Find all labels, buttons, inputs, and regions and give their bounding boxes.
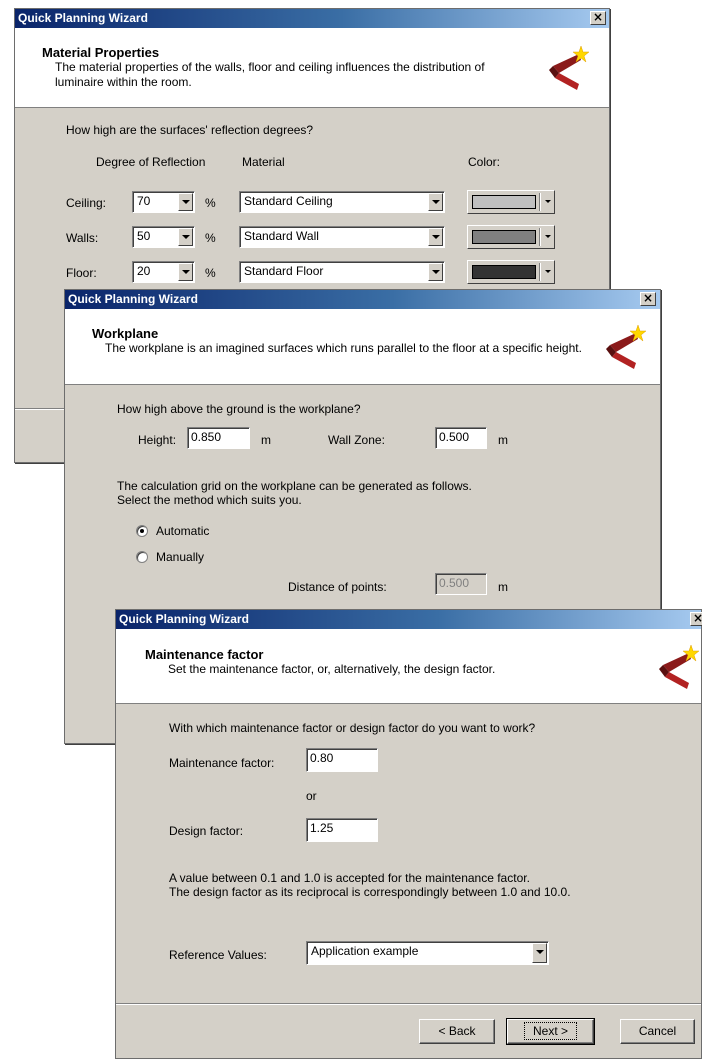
title-bar: Quick Planning Wizard <box>65 290 660 309</box>
maintenance-factor-input[interactable]: 0.80 <box>306 748 378 772</box>
automatic-radio[interactable] <box>136 525 148 537</box>
manually-label[interactable]: Manually <box>156 550 204 564</box>
chevron-down-icon <box>178 263 193 281</box>
header-description: The material properties of the walls, fl… <box>55 60 485 89</box>
ceiling-color-picker[interactable] <box>467 190 555 214</box>
ceiling-reflection-select[interactable]: 70 <box>132 191 195 213</box>
floor-material-select[interactable]: Standard Floor <box>239 261 445 283</box>
height-label: Height: <box>138 433 177 447</box>
title-bar: Quick Planning Wizard <box>116 610 701 629</box>
walls-material-select[interactable]: Standard Wall <box>239 226 445 248</box>
or-label: or <box>306 789 317 803</box>
dialog-title: Quick Planning Wizard <box>119 612 249 626</box>
header-title: Material Properties <box>42 45 160 60</box>
grid-description-line2: Select the method which suits you. <box>117 493 302 507</box>
col-header-material: Material <box>242 155 285 169</box>
ceiling-label: Ceiling: <box>66 196 107 210</box>
wizard-header: Maintenance factor Set the maintenance f… <box>116 629 701 704</box>
close-button[interactable]: × <box>690 612 702 626</box>
wizard-header: Workplane The workplane is an imagined s… <box>65 309 660 385</box>
floor-color-picker[interactable] <box>467 260 555 284</box>
wall-zone-input[interactable]: 0.500 <box>435 427 487 449</box>
header-title: Maintenance factor <box>145 647 264 662</box>
col-header-reflection: Degree of Reflection <box>96 155 206 169</box>
header-description: Set the maintenance factor, or, alternat… <box>168 662 496 676</box>
wall-zone-unit: m <box>498 433 508 447</box>
wizard-header: Material Properties The material propert… <box>15 28 609 108</box>
distance-of-points-input: 0.500 <box>435 573 487 595</box>
header-description: The workplane is an imagined surfaces wh… <box>105 341 582 355</box>
wizard-wand-icon <box>659 644 700 689</box>
grid-description-line1: The calculation grid on the workplane ca… <box>117 479 472 493</box>
floor-reflection-select[interactable]: 20 <box>132 261 195 283</box>
chevron-down-icon <box>428 263 443 281</box>
reference-values-label: Reference Values: <box>169 948 267 962</box>
col-header-color: Color: <box>468 155 501 169</box>
chevron-down-icon <box>178 228 193 246</box>
chevron-down-icon <box>428 228 443 246</box>
ceiling-material-select[interactable]: Standard Ceiling <box>239 191 445 213</box>
floor-label: Floor: <box>66 266 97 280</box>
manually-radio[interactable] <box>136 551 148 563</box>
reflection-question: How high are the surfaces' reflection de… <box>66 123 314 137</box>
percent-sign: % <box>205 266 216 280</box>
info-line1: A value between 0.1 and 1.0 is accepted … <box>169 871 530 885</box>
close-button[interactable]: × <box>640 292 656 306</box>
height-unit: m <box>261 433 271 447</box>
distance-of-points-label: Distance of points: <box>288 580 387 594</box>
walls-label: Walls: <box>66 231 99 245</box>
info-line2: The design factor as its reciprocal is c… <box>169 885 571 899</box>
chevron-down-icon <box>545 235 551 238</box>
chevron-down-icon <box>545 200 551 203</box>
height-input[interactable]: 0.850 <box>187 427 250 449</box>
title-bar: Quick Planning Wizard <box>15 9 609 28</box>
color-swatch <box>472 230 536 244</box>
color-swatch <box>472 265 536 279</box>
chevron-down-icon <box>178 193 193 211</box>
cancel-button[interactable]: Cancel <box>620 1019 695 1044</box>
walls-reflection-select[interactable]: 50 <box>132 226 195 248</box>
automatic-label[interactable]: Automatic <box>156 524 209 538</box>
design-factor-label: Design factor: <box>169 824 244 838</box>
header-title: Workplane <box>92 326 159 341</box>
close-button[interactable]: × <box>590 11 606 25</box>
percent-sign: % <box>205 196 216 210</box>
dialog-title: Quick Planning Wizard <box>68 292 198 306</box>
maintenance-factor-dialog: Quick Planning Wizard × Maintenance fact… <box>115 609 702 1059</box>
wall-zone-label: Wall Zone: <box>328 433 385 447</box>
walls-color-picker[interactable] <box>467 225 555 249</box>
wizard-wand-icon <box>606 324 647 369</box>
workplane-question: How high above the ground is the workpla… <box>117 402 361 416</box>
dialog-title: Quick Planning Wizard <box>18 11 148 25</box>
footer-separator <box>116 1003 701 1005</box>
design-factor-input[interactable]: 1.25 <box>306 818 378 842</box>
maintenance-factor-label: Maintenance factor: <box>169 756 275 770</box>
factor-question: With which maintenance factor or design … <box>169 721 536 735</box>
next-button[interactable]: Next > <box>506 1018 595 1045</box>
wizard-wand-icon <box>549 45 590 90</box>
percent-sign: % <box>205 231 216 245</box>
reference-values-select[interactable]: Application example <box>306 941 549 965</box>
chevron-down-icon <box>532 943 547 963</box>
color-swatch <box>472 195 536 209</box>
back-button[interactable]: < Back <box>419 1019 495 1044</box>
chevron-down-icon <box>428 193 443 211</box>
distance-unit: m <box>498 580 508 594</box>
chevron-down-icon <box>545 270 551 273</box>
